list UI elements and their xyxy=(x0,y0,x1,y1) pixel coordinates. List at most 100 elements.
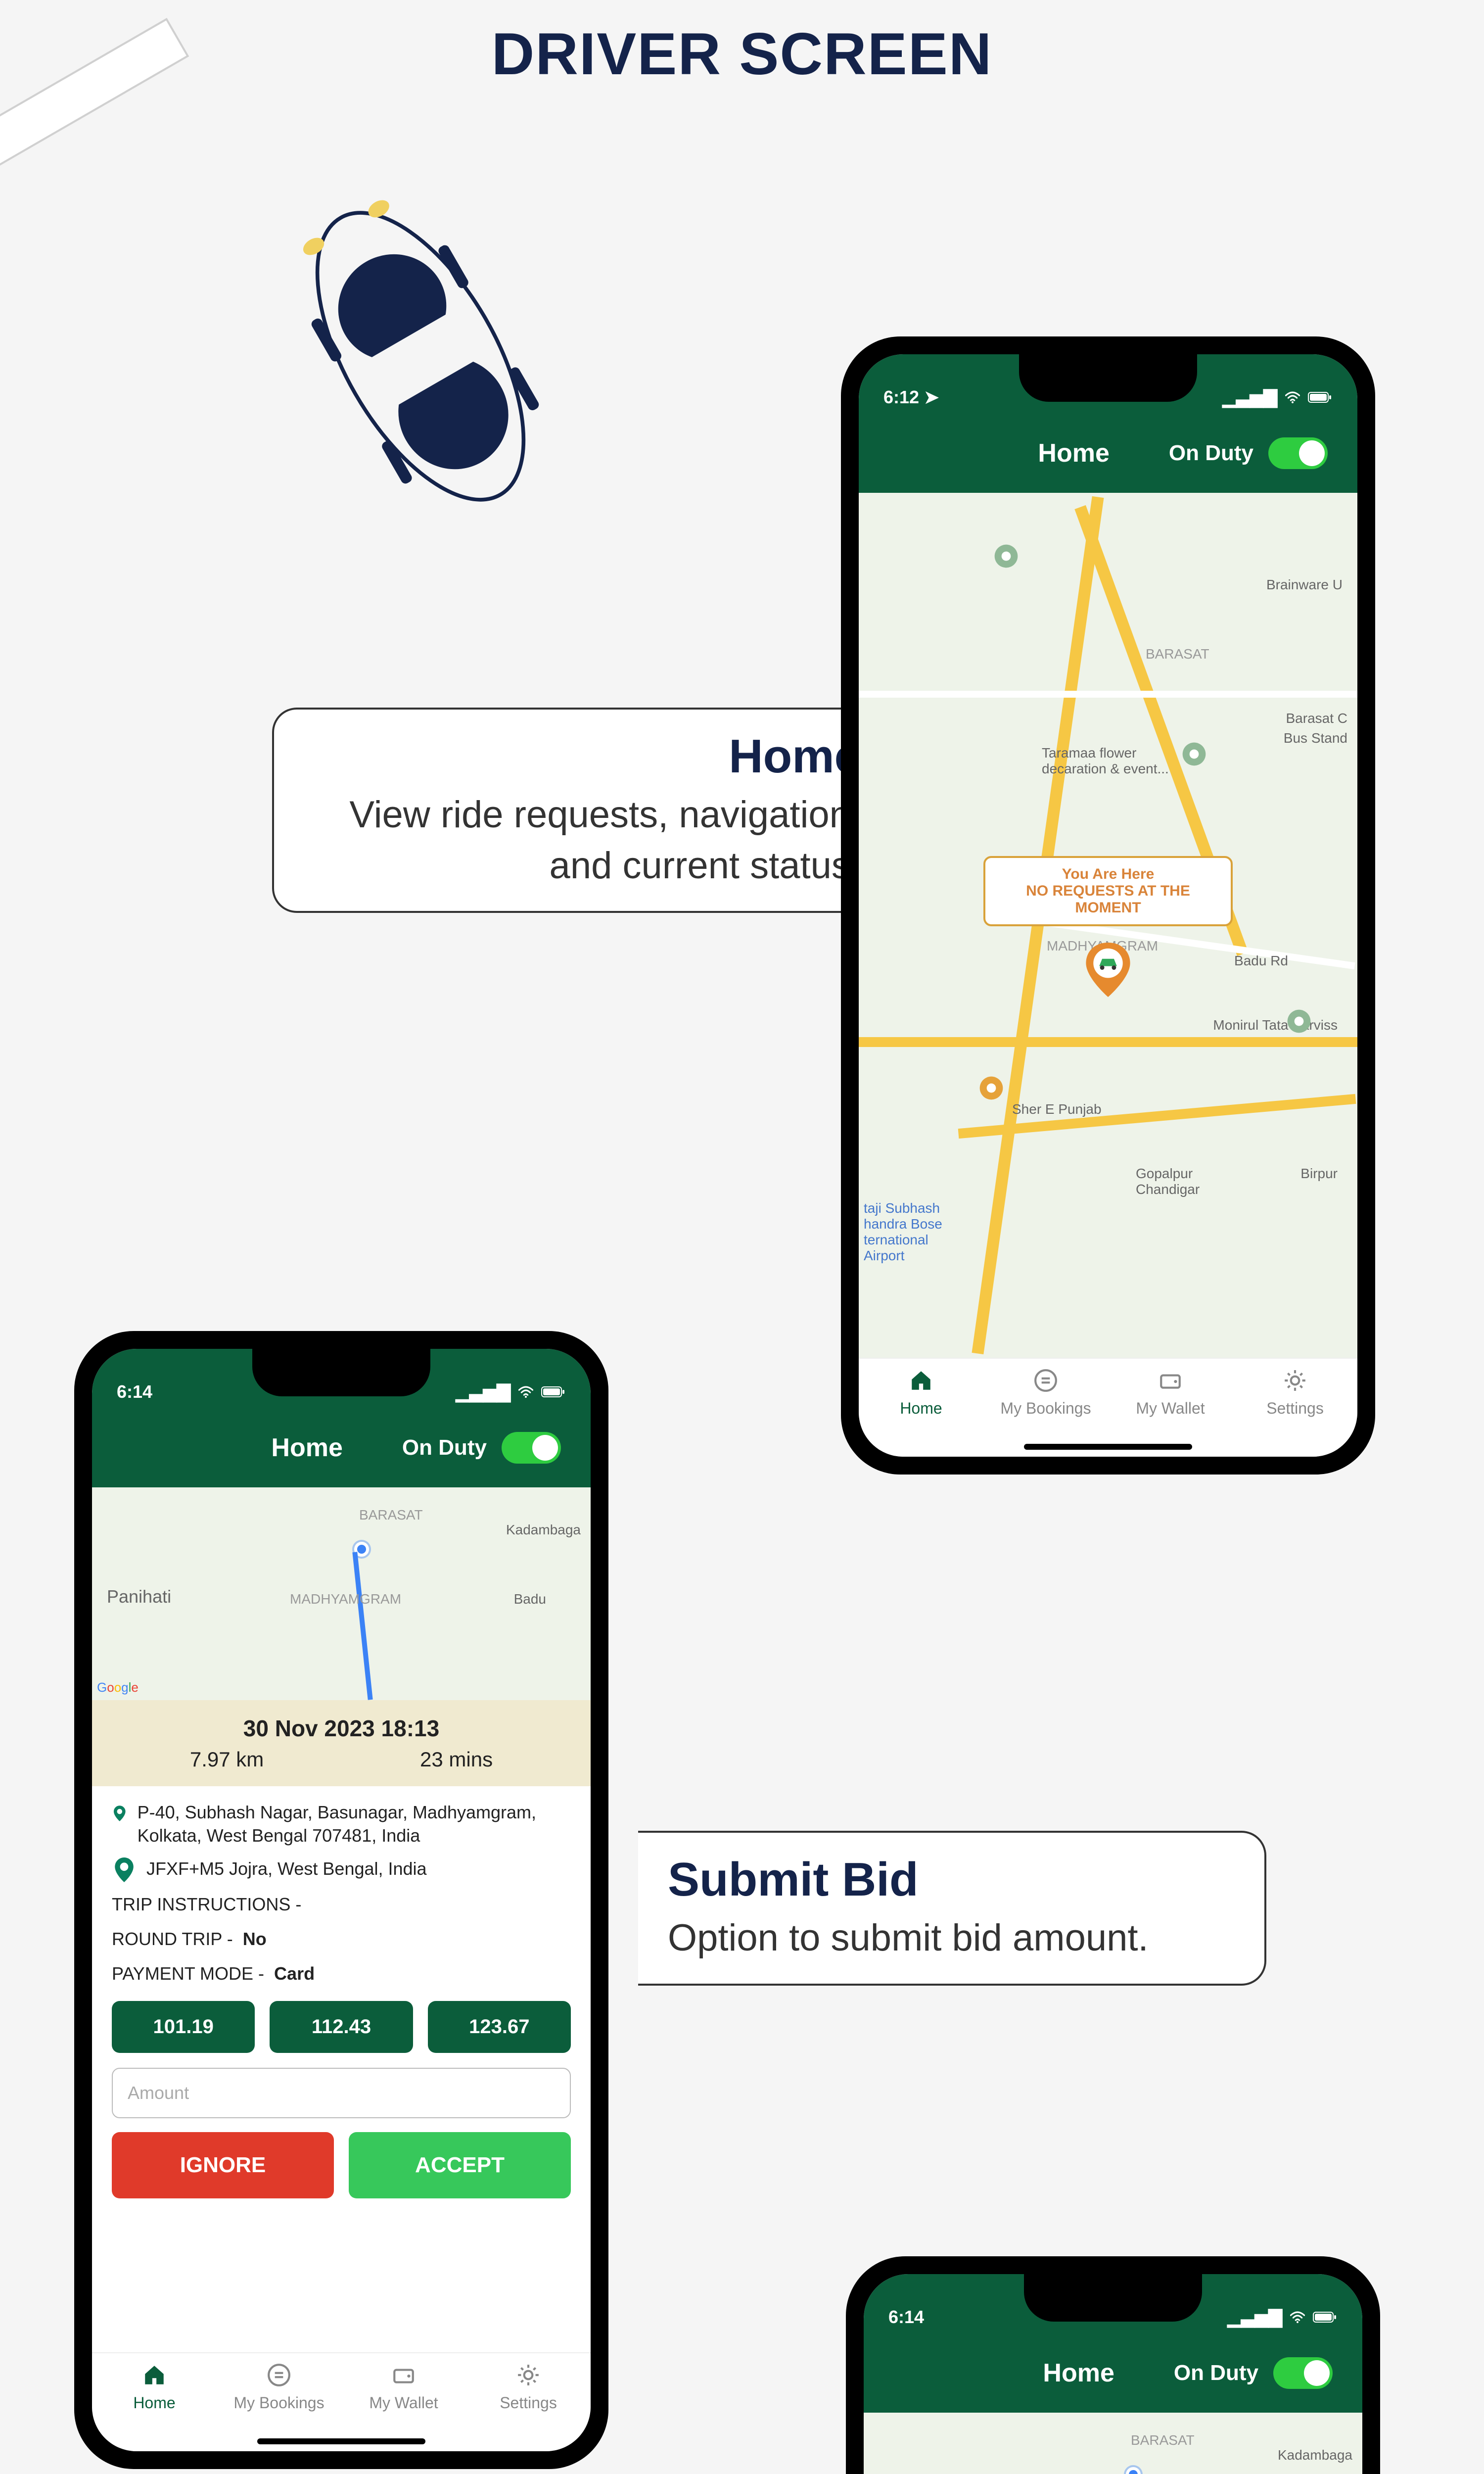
tab-label: My Wallet xyxy=(1136,1399,1205,1418)
status-time: 6:14 xyxy=(888,2307,924,2327)
trip-details: P-40, Subhash Nagar, Basunagar, Madhyamg… xyxy=(92,1786,591,2352)
settings-icon xyxy=(1281,1367,1309,1394)
map-label: Badu xyxy=(514,1591,546,1607)
tab-home[interactable]: Home xyxy=(859,1367,983,1457)
battery-icon xyxy=(1308,387,1333,408)
phone-cancel-bid: 6:14 ▁▃▅▇ Home On Duty BARASAT xyxy=(846,2256,1380,2474)
tab-label: Home xyxy=(900,1399,942,1418)
bid-chip[interactable]: 101.19 xyxy=(112,2001,255,2053)
map-label: BARASAT xyxy=(1131,2432,1195,2448)
callout-title: Home xyxy=(304,729,861,784)
tab-bookings[interactable]: My Bookings xyxy=(217,2361,341,2451)
trip-duration: 23 mins xyxy=(420,1748,493,1771)
trip-summary-header: 30 Nov 2023 18:13 7.97 km 23 mins xyxy=(92,1700,591,1786)
map-label: BARASAT xyxy=(1146,646,1209,662)
signal-icon: ▁▃▅▇ xyxy=(1222,387,1277,408)
tab-bar: Home My Bookings My Wallet Settings xyxy=(859,1358,1357,1457)
payment-mode-value: Card xyxy=(274,1963,315,1984)
dropoff-address: JFXF+M5 Jojra, West Bengal, India xyxy=(146,1857,427,1881)
callout-submit: Submit Bid Option to submit bid amount. xyxy=(638,1831,1266,1986)
phone-notch xyxy=(1019,354,1197,402)
map-pin-icon xyxy=(992,542,1020,570)
bookings-icon xyxy=(1032,1367,1060,1394)
map-pin-icon xyxy=(1285,1007,1313,1035)
phone-home: 6:12 ➤ ▁▃▅▇ Home On Duty xyxy=(841,336,1375,1475)
tab-home[interactable]: Home xyxy=(92,2361,217,2451)
duty-label: On Duty xyxy=(1174,2361,1258,2385)
tab-label: My Bookings xyxy=(233,2394,324,2412)
wifi-icon xyxy=(1285,387,1300,408)
map-label: Kadambaga xyxy=(506,1522,581,1538)
bookings-icon xyxy=(265,2361,293,2389)
battery-icon xyxy=(1313,2307,1338,2328)
tab-label: Home xyxy=(133,2394,175,2412)
tab-settings[interactable]: Settings xyxy=(466,2361,591,2451)
round-trip-label: ROUND TRIP - xyxy=(112,1929,233,1949)
tab-wallet[interactable]: My Wallet xyxy=(1108,1367,1233,1457)
duty-toggle[interactable] xyxy=(502,1432,561,1464)
callout-desc: View ride requests, navigation, and curr… xyxy=(304,790,861,891)
map-view[interactable]: BARASAT Kadambaga Panihati MADHYAMGRAM B… xyxy=(864,2413,1362,2474)
duty-label: On Duty xyxy=(1169,441,1253,466)
map-label: Kadambaga xyxy=(1278,2447,1352,2463)
wifi-icon xyxy=(1290,2307,1305,2328)
google-logo: Google xyxy=(97,1680,139,1695)
status-time: 6:12 xyxy=(883,387,919,407)
tab-label: Settings xyxy=(1266,1399,1324,1418)
status-time: 6:14 xyxy=(117,1381,152,1402)
map-view[interactable]: BARASAT Kadambaga Panihati MADHYAMGRAM B… xyxy=(92,1487,591,1700)
map-label: Badu Rd xyxy=(1234,953,1288,969)
map-pin-icon xyxy=(977,1074,1005,1102)
signal-icon: ▁▃▅▇ xyxy=(456,1381,510,1402)
map-label: Panihati xyxy=(107,1586,171,1607)
location-icon: ➤ xyxy=(924,387,939,407)
map-label: Monirul Tata Sarviss xyxy=(1213,1017,1338,1033)
tab-bar: Home My Bookings My Wallet Settings xyxy=(92,2352,591,2451)
car-illustration xyxy=(246,158,595,554)
tab-label: Settings xyxy=(500,2394,557,2412)
screen-title: Home xyxy=(271,1433,342,1463)
amount-input[interactable]: Amount xyxy=(112,2068,571,2118)
map-view[interactable]: Brainware U BARASAT Barasat C Bus Stand … xyxy=(859,493,1357,1358)
tab-bookings[interactable]: My Bookings xyxy=(983,1367,1108,1457)
ignore-button[interactable]: IGNORE xyxy=(112,2132,334,2198)
home-indicator[interactable] xyxy=(1024,1444,1192,1450)
route-line xyxy=(352,1552,372,1700)
app-header: Home On Duty xyxy=(864,2333,1362,2413)
phone-notch xyxy=(252,1349,430,1396)
round-trip-value: No xyxy=(243,1929,267,1949)
map-label: BARASAT xyxy=(359,1507,423,1523)
map-pin-icon xyxy=(1180,740,1208,768)
home-icon xyxy=(907,1367,935,1394)
callout-title: Submit Bid xyxy=(668,1853,1235,1907)
bid-chip[interactable]: 123.67 xyxy=(428,2001,571,2053)
map-label: Brainware U xyxy=(1266,577,1343,593)
settings-icon xyxy=(514,2361,542,2389)
screen-title: Home xyxy=(1038,438,1109,468)
tab-wallet[interactable]: My Wallet xyxy=(341,2361,466,2451)
map-label: Barasat C xyxy=(1286,711,1348,726)
bid-chip[interactable]: 112.43 xyxy=(270,2001,413,2053)
pin-icon xyxy=(112,1801,128,1826)
wifi-icon xyxy=(518,1381,533,1402)
payment-mode-label: PAYMENT MODE - xyxy=(112,1963,264,1984)
map-label: MADHYAMGRAM xyxy=(290,1591,401,1607)
taxi-location-pin xyxy=(1086,943,1130,999)
callout-desc: Option to submit bid amount. xyxy=(668,1913,1235,1964)
home-indicator[interactable] xyxy=(257,2438,425,2444)
trip-instructions-label: TRIP INSTRUCTIONS - xyxy=(112,1894,301,1914)
trip-distance: 7.97 km xyxy=(190,1748,264,1771)
duty-toggle[interactable] xyxy=(1268,437,1328,469)
phone-notch xyxy=(1024,2274,1202,2322)
map-label: Sher E Punjab xyxy=(1012,1101,1102,1117)
map-label: Bus Stand xyxy=(1284,730,1347,746)
map-label: Taramaa flower decaration & event... xyxy=(1042,745,1170,777)
pin-icon xyxy=(112,1857,137,1882)
accept-button[interactable]: ACCEPT xyxy=(349,2132,571,2198)
you-here-line2: NO REQUESTS AT THE MOMENT xyxy=(1003,883,1213,916)
you-here-line1: You Are Here xyxy=(1003,866,1213,883)
tab-settings[interactable]: Settings xyxy=(1233,1367,1357,1457)
duty-toggle[interactable] xyxy=(1273,2357,1333,2389)
wallet-icon xyxy=(390,2361,417,2389)
signal-icon: ▁▃▅▇ xyxy=(1227,2307,1282,2328)
